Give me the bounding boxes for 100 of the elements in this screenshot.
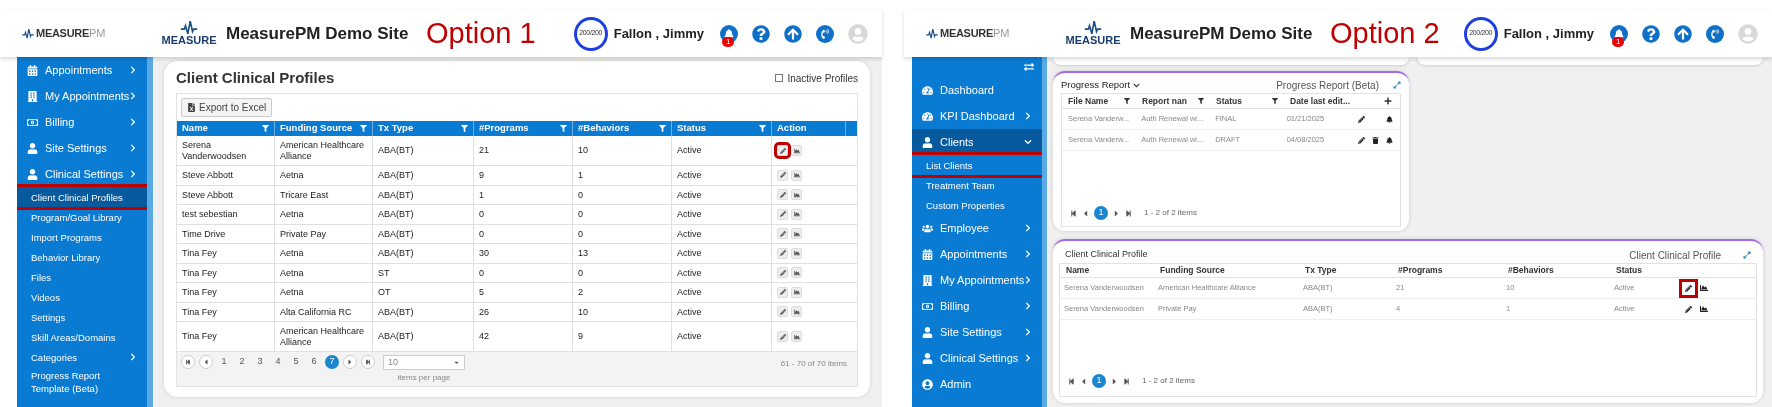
page-button[interactable]: 1 xyxy=(217,355,231,369)
edit-button[interactable] xyxy=(777,306,788,318)
page-button[interactable]: 6 xyxy=(307,355,321,369)
page-size-select[interactable]: 10 xyxy=(383,355,465,370)
page-button[interactable]: 7 xyxy=(325,355,339,369)
sidebar-item[interactable]: KPI Dashboard xyxy=(912,103,1042,129)
column-header[interactable]: #Behaviors xyxy=(1502,264,1610,277)
filter-icon[interactable] xyxy=(1198,98,1204,104)
column-header[interactable]: Funding Source xyxy=(275,121,373,136)
chart-button[interactable] xyxy=(791,208,802,220)
add-icon[interactable] xyxy=(1384,97,1392,105)
edit-icon[interactable] xyxy=(1357,136,1365,144)
help-icon[interactable] xyxy=(1642,24,1660,43)
sidebar-subitem[interactable]: Settings xyxy=(17,307,147,327)
edit-button[interactable] xyxy=(777,247,788,259)
column-header[interactable]: File Name xyxy=(1062,94,1136,108)
last-page-icon[interactable] xyxy=(1125,209,1132,217)
sidebar-subitem[interactable]: Client Clinical Profiles xyxy=(17,187,147,207)
filter-icon[interactable] xyxy=(1124,98,1130,104)
sidebar-subitem[interactable]: Categories xyxy=(17,347,147,367)
next-page-icon[interactable] xyxy=(1110,376,1119,386)
first-page-icon[interactable] xyxy=(1068,377,1075,385)
edit-button[interactable] xyxy=(777,169,788,181)
chart-icon[interactable] xyxy=(1700,305,1708,313)
sidebar-item[interactable]: Appointments xyxy=(17,57,147,83)
sidebar-item[interactable]: Clinical Settings xyxy=(17,161,147,187)
column-header[interactable]: Action xyxy=(772,121,846,136)
export-button[interactable]: Export to Excel xyxy=(181,98,273,117)
bell-icon[interactable] xyxy=(1385,115,1393,123)
sidebar-item[interactable]: My Appointments xyxy=(912,267,1042,293)
scrollbar[interactable] xyxy=(1042,57,1047,407)
chart-button[interactable] xyxy=(791,145,802,156)
chart-button[interactable] xyxy=(791,306,802,318)
sidebar-item[interactable]: Admin xyxy=(912,371,1042,397)
page-button[interactable]: 5 xyxy=(289,355,303,369)
sidebar-item[interactable]: Dashboard xyxy=(912,77,1042,103)
column-header[interactable]: #Programs xyxy=(474,121,573,136)
sidebar-subitem[interactable]: Progress Report Template (Beta) xyxy=(17,367,147,397)
edit-button[interactable] xyxy=(1682,281,1695,295)
chart-button[interactable] xyxy=(791,189,802,201)
scrollbar[interactable] xyxy=(147,57,153,407)
delete-icon[interactable] xyxy=(1371,136,1379,144)
previous-page-icon[interactable] xyxy=(1081,208,1090,218)
sidebar-item[interactable]: Billing xyxy=(912,293,1042,319)
toggle-icon[interactable] xyxy=(1024,62,1034,72)
column-header[interactable]: Tx Type xyxy=(1299,264,1392,277)
column-header[interactable]: Date last edit... xyxy=(1284,94,1360,108)
page-button[interactable]: 4 xyxy=(271,355,285,369)
page-button[interactable]: 2 xyxy=(235,355,249,369)
chart-button[interactable] xyxy=(791,267,802,279)
chart-button[interactable] xyxy=(791,286,802,298)
column-header[interactable]: Status xyxy=(1210,94,1284,108)
sidebar-subitem[interactable]: Custom Properties xyxy=(912,195,1042,215)
phone-button[interactable] xyxy=(816,24,834,43)
sidebar-subitem[interactable]: Skill Areas/Domains xyxy=(17,327,147,347)
chart-icon[interactable] xyxy=(1700,284,1708,292)
sidebar-item[interactable]: Clinical Settings xyxy=(912,345,1042,371)
edit-button[interactable] xyxy=(777,208,788,220)
phone-button[interactable] xyxy=(1706,24,1724,43)
page-button[interactable]: 1 xyxy=(1094,206,1108,220)
column-header[interactable]: #Programs xyxy=(1392,264,1502,277)
sidebar-subitem[interactable]: Import Programs xyxy=(17,227,147,247)
last-page-icon[interactable] xyxy=(1123,377,1130,385)
sidebar-item[interactable]: My Appointments xyxy=(17,83,147,109)
chart-button[interactable] xyxy=(791,228,802,240)
chart-button[interactable] xyxy=(791,247,802,259)
column-header[interactable]: Funding Source xyxy=(1154,264,1299,277)
filter-icon[interactable] xyxy=(1272,98,1278,104)
column-header[interactable]: Report nan xyxy=(1136,94,1210,108)
column-header[interactable]: Name xyxy=(1060,264,1154,277)
page-button[interactable]: 1 xyxy=(1092,374,1106,388)
next-page-icon[interactable] xyxy=(343,355,357,369)
last-page-icon[interactable] xyxy=(361,355,375,369)
edit-button[interactable] xyxy=(777,267,788,279)
column-header[interactable]: Status xyxy=(672,121,772,136)
upload-icon[interactable] xyxy=(784,24,802,43)
sidebar-item[interactable]: Appointments xyxy=(912,241,1042,267)
page-button[interactable]: 3 xyxy=(253,355,267,369)
first-page-icon[interactable] xyxy=(181,355,195,369)
upload-icon[interactable] xyxy=(1674,24,1692,43)
previous-page-icon[interactable] xyxy=(199,355,213,369)
sidebar-subitem[interactable]: Treatment Team xyxy=(912,175,1042,195)
sidebar-item[interactable]: Clients xyxy=(912,129,1042,155)
edit-button[interactable] xyxy=(777,286,788,298)
sidebar-subitem[interactable]: Files xyxy=(17,267,147,287)
sidebar-item[interactable]: Site Settings xyxy=(17,135,147,161)
chart-button[interactable] xyxy=(791,169,802,181)
column-header[interactable]: #Behaviors xyxy=(573,121,672,136)
column-header[interactable]: Tx Type xyxy=(373,121,474,136)
edit-button[interactable] xyxy=(777,189,788,201)
sidebar-subitem[interactable]: Videos xyxy=(17,287,147,307)
chart-button[interactable] xyxy=(791,331,802,342)
sidebar-item[interactable]: Employee xyxy=(912,215,1042,241)
edit-button[interactable] xyxy=(777,228,788,240)
sidebar-subitem[interactable]: List Clients xyxy=(912,155,1042,175)
sidebar-item[interactable]: Site Settings xyxy=(912,319,1042,345)
column-header[interactable]: Name xyxy=(177,121,275,136)
help-icon[interactable] xyxy=(752,24,770,43)
expand-icon[interactable] xyxy=(1393,81,1401,89)
bell-icon[interactable] xyxy=(1385,136,1393,144)
